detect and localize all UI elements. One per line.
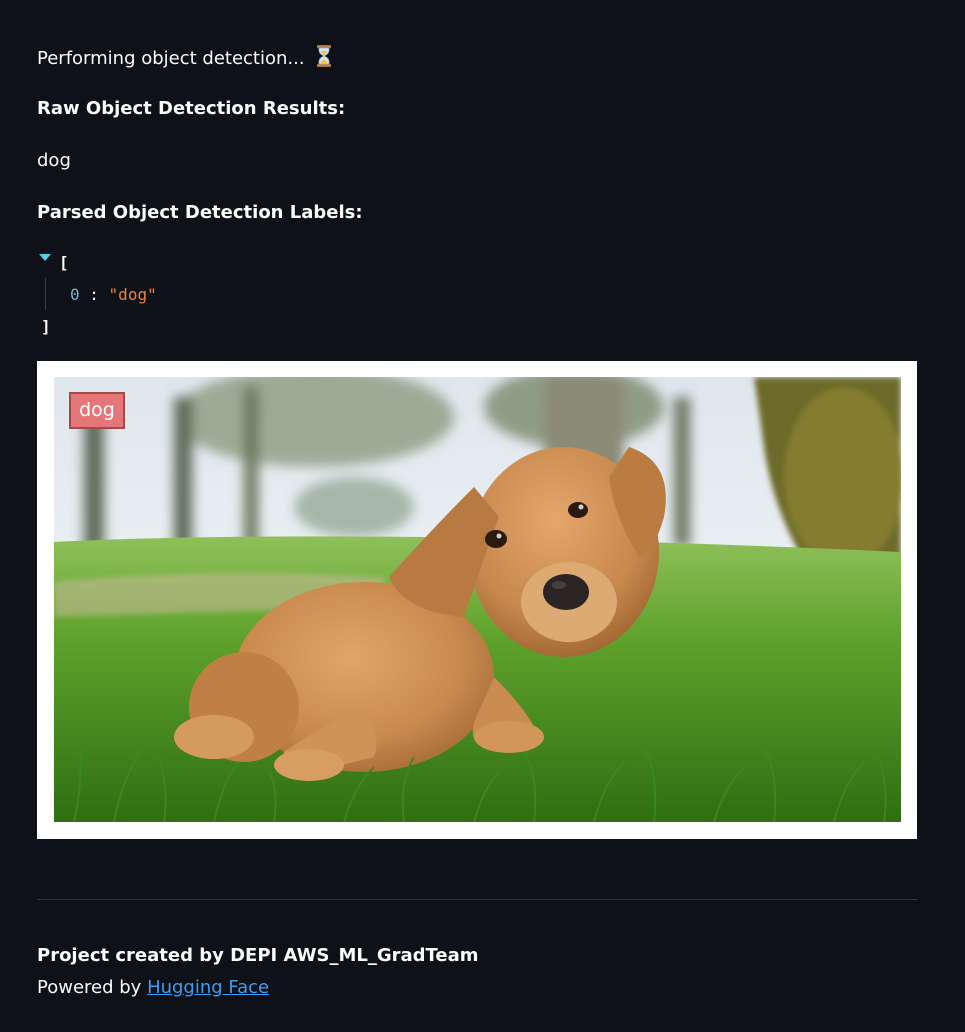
footer-divider [37,899,917,900]
credits-text: Project created by DEPI AWS_ML_GradTeam [37,945,479,966]
raw-results-heading: Raw Object Detection Results: [37,98,346,119]
hourglass-icon [316,45,332,74]
powered-by-prefix: Powered by [37,977,142,998]
json-open-bracket: [ [59,253,69,272]
status-message: Performing object detection... [37,45,332,74]
powered-by-line: Powered by Hugging Face [37,976,269,1000]
app-page: Performing object detection... Raw Objec… [0,0,965,1032]
dog-photo: dog [54,377,901,822]
json-entry-separator: : [89,285,109,304]
detection-label-badge: dog [69,392,125,429]
json-entry-value: "dog" [108,285,157,304]
detection-image-frame: dog [37,361,917,839]
json-close-bracket: ] [41,317,51,336]
collapse-caret-icon[interactable] [39,254,51,261]
parsed-labels-heading: Parsed Object Detection Labels: [37,202,363,223]
json-entry-index: 0 [70,285,80,304]
raw-results-value: dog [37,150,71,171]
hugging-face-link[interactable]: Hugging Face [147,977,269,998]
json-indent-guide [45,278,46,310]
json-entry: 0 : "dog" [70,285,157,305]
status-text: Performing object detection... [37,48,305,69]
json-viewer: [ 0 : "dog" ] [37,250,337,340]
